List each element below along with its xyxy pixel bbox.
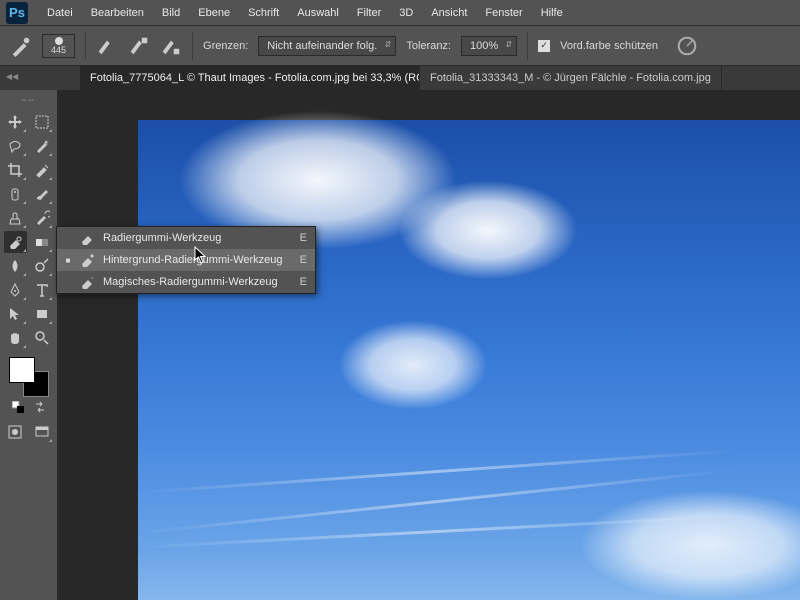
clone-stamp-tool[interactable] (4, 207, 27, 229)
menu-hilfe[interactable]: Hilfe (532, 3, 572, 23)
mouse-cursor-icon (194, 246, 208, 264)
image-content (578, 490, 800, 600)
menu-bar: Ps Datei Bearbeiten Bild Ebene Schrift A… (0, 0, 800, 26)
menu-schrift[interactable]: Schrift (239, 3, 288, 23)
document-tab-bar: ◀◀ Fotolia_7775064_L © Thaut Images - Fo… (0, 66, 800, 90)
lasso-tool[interactable] (4, 135, 27, 157)
tolerance-dropdown[interactable]: 100% (461, 36, 517, 56)
divider (85, 32, 86, 60)
document-tab-active[interactable]: Fotolia_7775064_L © Thaut Images - Fotol… (80, 66, 420, 90)
brush-preview-icon (55, 37, 63, 45)
flyout-item-background-eraser[interactable]: ■ Hintergrund-Radiergummi-Werkzeug E (57, 249, 315, 271)
flyout-item-label: Radiergummi-Werkzeug (103, 232, 292, 244)
image-content (338, 320, 488, 410)
menu-ansicht[interactable]: Ansicht (422, 3, 476, 23)
screen-mode-tool[interactable] (31, 421, 54, 443)
marquee-tool[interactable] (31, 111, 54, 133)
tab-grip-icon[interactable]: ◀◀ (6, 72, 18, 81)
limits-dropdown[interactable]: Nicht aufeinander folg. (258, 36, 396, 56)
menu-ebene[interactable]: Ebene (189, 3, 239, 23)
eraser-icon (79, 231, 95, 245)
document-canvas[interactable] (138, 120, 800, 600)
eraser-tool[interactable] (4, 231, 27, 253)
panel-grip-icon[interactable]: ┅┅ (4, 96, 53, 105)
active-indicator: ■ (65, 256, 71, 265)
type-tool[interactable] (31, 279, 54, 301)
brush-tool[interactable] (31, 183, 54, 205)
color-swatches[interactable] (9, 357, 49, 397)
menu-filter[interactable]: Filter (348, 3, 390, 23)
dodge-tool[interactable] (31, 255, 54, 277)
canvas-area[interactable] (58, 90, 800, 600)
move-tool[interactable] (4, 111, 27, 133)
history-brush-tool[interactable] (31, 207, 54, 229)
menu-bearbeiten[interactable]: Bearbeiten (82, 3, 153, 23)
divider (192, 32, 193, 60)
image-content (139, 449, 738, 494)
document-tab-title: Fotolia_7775064_L © Thaut Images - Fotol… (90, 72, 420, 84)
brush-size-value: 445 (51, 45, 66, 55)
pen-tool[interactable] (4, 279, 27, 301)
options-bar: 445 Grenzen: Nicht aufeinander folg. Tol… (0, 26, 800, 66)
menu-auswahl[interactable]: Auswahl (288, 3, 348, 23)
flyout-item-label: Magisches-Radiergummi-Werkzeug (103, 276, 292, 288)
swap-colors-icon[interactable] (34, 401, 46, 413)
sampling-continuous-icon[interactable] (96, 35, 118, 57)
rectangle-tool[interactable] (31, 303, 54, 325)
pressure-icon[interactable] (676, 35, 698, 57)
healing-brush-tool[interactable] (4, 183, 27, 205)
flyout-item-shortcut: E (300, 232, 307, 244)
flyout-item-magic-eraser[interactable]: Magisches-Radiergummi-Werkzeug E (57, 271, 315, 293)
magic-wand-tool[interactable] (31, 135, 54, 157)
menu-bild[interactable]: Bild (153, 3, 189, 23)
foreground-color-swatch[interactable] (9, 357, 35, 383)
eraser-tool-flyout: Radiergummi-Werkzeug E ■ Hintergrund-Rad… (56, 226, 316, 294)
document-tab[interactable]: Fotolia_31333343_M - © Jürgen Fälchle - … (420, 66, 722, 90)
divider (527, 32, 528, 60)
gradient-tool[interactable] (31, 231, 54, 253)
protect-foreground-label: Vord.farbe schützen (560, 40, 658, 52)
path-selection-tool[interactable] (4, 303, 27, 325)
tolerance-label: Toleranz: (406, 40, 451, 52)
blur-tool[interactable] (4, 255, 27, 277)
brush-preset-picker[interactable]: 445 (42, 34, 75, 58)
menu-3d[interactable]: 3D (390, 3, 422, 23)
work-area: ┅┅ (0, 90, 800, 600)
eyedropper-tool[interactable] (31, 159, 54, 181)
tool-panel: ┅┅ (0, 90, 58, 600)
zoom-tool[interactable] (31, 327, 54, 349)
quick-mask-tool[interactable] (4, 421, 27, 443)
menu-datei[interactable]: Datei (38, 3, 82, 23)
app-logo: Ps (6, 2, 28, 24)
sampling-swatch-icon[interactable] (160, 35, 182, 57)
protect-foreground-checkbox[interactable]: ✓ (538, 40, 550, 52)
magic-eraser-icon (79, 275, 95, 289)
flyout-item-shortcut: E (300, 276, 307, 288)
tool-preset-icon[interactable] (10, 35, 32, 57)
limits-label: Grenzen: (203, 40, 248, 52)
crop-tool[interactable] (4, 159, 27, 181)
hand-tool[interactable] (4, 327, 27, 349)
flyout-item-shortcut: E (300, 254, 307, 266)
background-eraser-icon (79, 253, 95, 267)
sampling-once-icon[interactable] (128, 35, 150, 57)
image-content (398, 180, 578, 280)
menu-fenster[interactable]: Fenster (476, 3, 531, 23)
document-tab-title: Fotolia_31333343_M - © Jürgen Fälchle - … (430, 72, 711, 84)
default-colors-icon[interactable] (12, 401, 24, 413)
flyout-item-eraser[interactable]: Radiergummi-Werkzeug E (57, 227, 315, 249)
